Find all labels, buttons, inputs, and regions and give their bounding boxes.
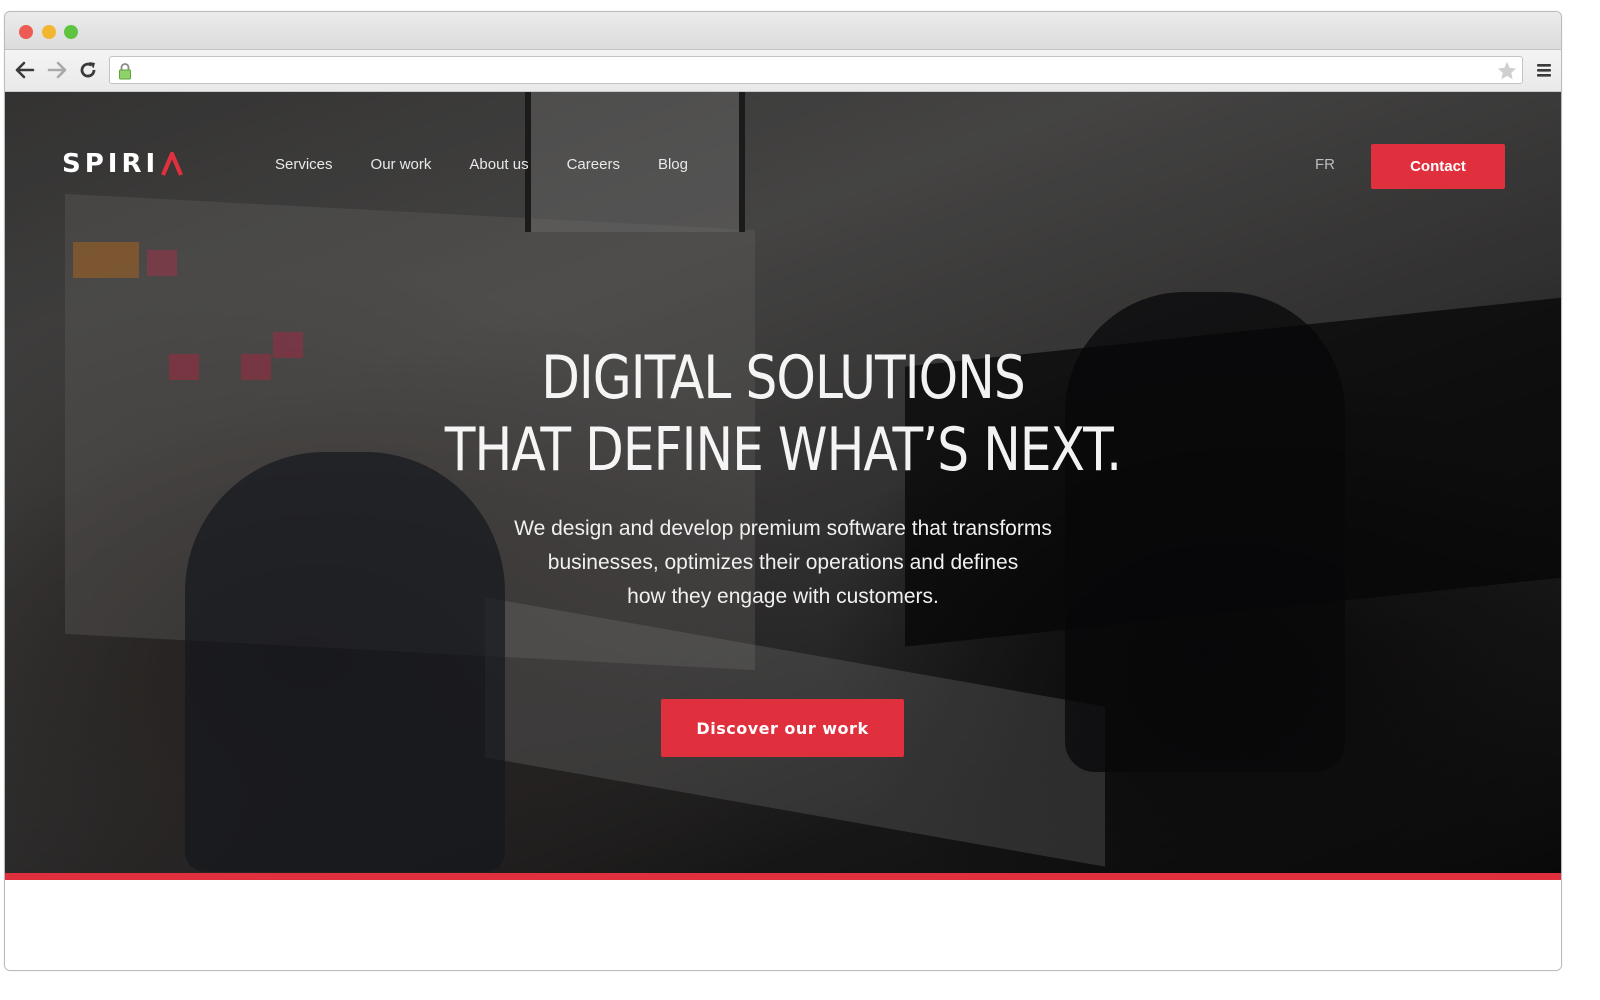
forward-button[interactable] xyxy=(45,58,69,82)
back-button[interactable] xyxy=(13,58,37,82)
accent-divider xyxy=(5,873,1561,880)
minimize-window-button[interactable] xyxy=(42,25,56,39)
logo-accent-icon xyxy=(161,152,184,176)
nav-item-our-work[interactable]: Our work xyxy=(371,156,432,174)
nav-item-about-us[interactable]: About us xyxy=(469,156,528,174)
forward-arrow-icon xyxy=(47,61,67,79)
discover-our-work-button[interactable]: Discover our work xyxy=(661,699,904,757)
browser-menu-button[interactable] xyxy=(1535,61,1553,79)
close-window-button[interactable] xyxy=(19,25,33,39)
url-input[interactable] xyxy=(140,59,1488,81)
nav-item-services[interactable]: Services xyxy=(275,156,333,174)
reload-icon xyxy=(80,62,96,78)
main-nav: Services Our work About us Careers Blog xyxy=(275,156,726,174)
headline-line: THAT DEFINE WHAT’S NEXT. xyxy=(444,415,1122,485)
lock-icon xyxy=(119,63,131,80)
subtext-line: how they engage with customers. xyxy=(627,585,939,608)
star-icon[interactable] xyxy=(1496,60,1518,82)
spiria-logo[interactable]: SPIRI xyxy=(62,149,184,179)
hero-section: SPIRI Services Our work About us Careers… xyxy=(5,92,1561,873)
subtext-line: businesses, optimizes their operations a… xyxy=(547,551,1019,574)
nav-item-careers[interactable]: Careers xyxy=(567,156,620,174)
browser-toolbar xyxy=(5,50,1561,92)
page-viewport: SPIRI Services Our work About us Careers… xyxy=(5,92,1561,970)
language-toggle[interactable]: FR xyxy=(1315,156,1335,173)
logo-text: SPIRI xyxy=(62,149,160,179)
contact-button[interactable]: Contact xyxy=(1371,144,1505,189)
browser-window: SPIRI Services Our work About us Careers… xyxy=(4,11,1562,971)
back-arrow-icon xyxy=(15,61,35,79)
title-bar xyxy=(5,12,1561,50)
address-bar[interactable] xyxy=(109,56,1523,84)
hamburger-menu-icon xyxy=(1537,64,1551,77)
maximize-window-button[interactable] xyxy=(64,25,78,39)
reload-button[interactable] xyxy=(76,58,100,82)
nav-item-blog[interactable]: Blog xyxy=(658,156,688,174)
headline-line: DIGITAL SOLUTIONS xyxy=(541,343,1026,413)
hero-subtext: We design and develop premium software t… xyxy=(5,512,1561,614)
hero-headline: DIGITAL SOLUTIONS THAT DEFINE WHAT’S NEX… xyxy=(5,342,1561,486)
subtext-line: We design and develop premium software t… xyxy=(514,517,1052,540)
